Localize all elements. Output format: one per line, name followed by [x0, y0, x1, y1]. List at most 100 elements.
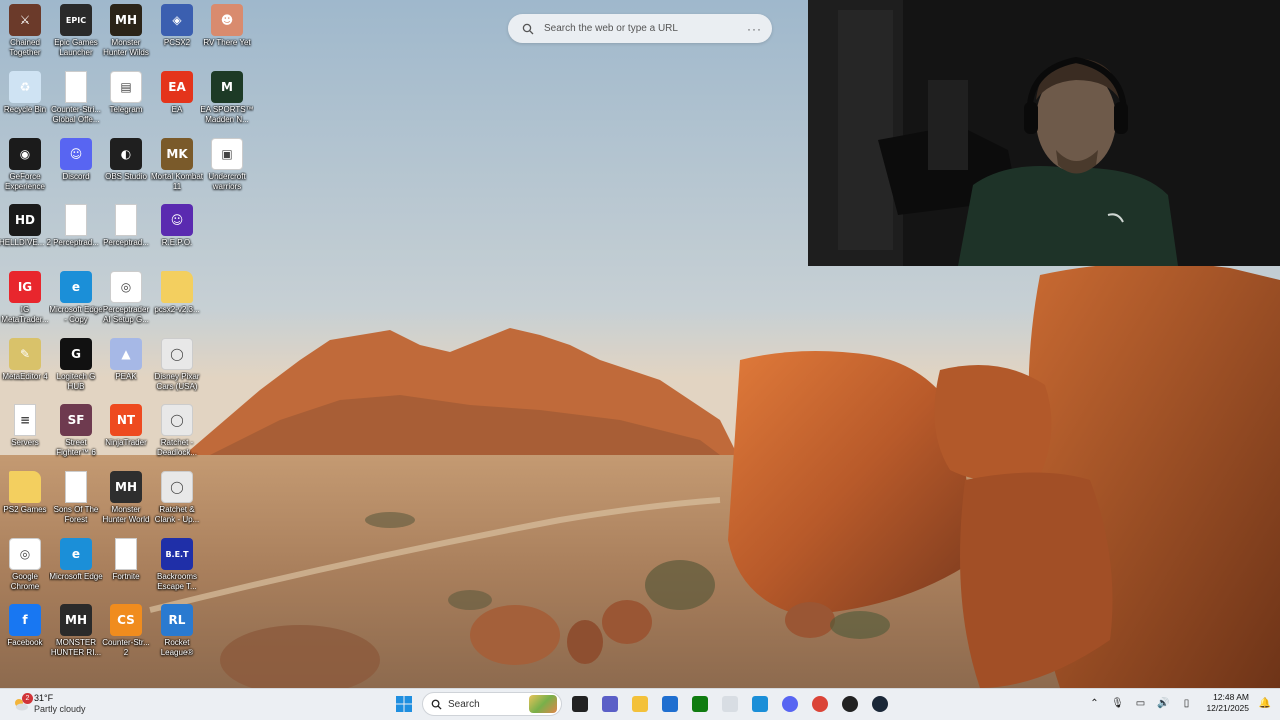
desktop-icon[interactable]: ◯ Ratchet - Deadlock... [152, 404, 202, 458]
chrome-file-icon: ◎ [110, 271, 142, 303]
desktop-icon[interactable]: G Logitech G HUB [51, 338, 101, 392]
madden-icon: M [211, 71, 243, 103]
facebook-icon: f [9, 604, 41, 636]
desktop-icon-label: Disney Pixar Cars (USA) [154, 372, 200, 391]
file-explorer-icon[interactable] [628, 692, 652, 716]
weather-widget[interactable]: 2 31°F Partly cloudy [12, 693, 86, 715]
edge-icon: e [60, 271, 92, 303]
store-icon[interactable] [658, 692, 682, 716]
battery-icon[interactable]: ▯ [1179, 696, 1193, 710]
desktop-icon[interactable]: Perceptrad... [101, 204, 151, 248]
desktop-icon[interactable]: PS2 Games [0, 471, 50, 515]
task-view-icon [572, 696, 588, 712]
desktop-icon[interactable]: pcsx2-v2.3... [152, 271, 202, 315]
microphone-icon[interactable]: 🎙 [1110, 696, 1124, 710]
desktop-icon[interactable]: RL Rocket League® [152, 604, 202, 658]
desktop-icon[interactable]: ▤ Telegram [101, 71, 151, 115]
chrome-icon: ◎ [9, 538, 41, 570]
desktop-icon-label: Monster Hunter Wilds [103, 38, 149, 57]
obs-icon: ◐ [110, 138, 142, 170]
desktop-icon[interactable]: ◐ OBS Studio [101, 138, 151, 182]
desktop-icon[interactable]: ◯ Disney Pixar Cars (USA) [152, 338, 202, 392]
desktop-icon[interactable]: Counter-Stri... Global Offe... [51, 71, 101, 125]
desktop-icon[interactable]: ≡ Servers [0, 404, 50, 448]
desktop-icon[interactable]: ☺ R.E.P.O. [152, 204, 202, 248]
ig-icon: IG [9, 271, 41, 303]
rv-there-yet-icon: ☻ [211, 4, 243, 36]
notification-bell-icon[interactable]: 🔔 [1258, 696, 1272, 710]
desktop-icon[interactable]: ▣ Undercroft warriors [202, 138, 252, 192]
desktop-icon[interactable]: SF Street Fighter™ 6 [51, 404, 101, 458]
recycle-bin-icon: ♻ [9, 71, 41, 103]
desktop-icon[interactable]: ◈ PCSX2 [152, 4, 202, 48]
folder-icon [161, 271, 193, 303]
desktop-icon[interactable]: M EA SPORTS™ Madden N... [200, 71, 254, 125]
remote-desktop-icon[interactable] [748, 692, 772, 716]
desktop-icon[interactable]: ◉ GeForce Experience [0, 138, 50, 192]
desktop-icon[interactable]: IG IG MetaTrader... [0, 271, 50, 325]
helldivers-icon: HD [9, 204, 41, 236]
search-highlight-icon [529, 695, 557, 713]
desktop-icon[interactable]: EPIC Epic Games Launcher [51, 4, 101, 58]
desktop-icon-label: Telegram [109, 105, 143, 114]
desktop-icon[interactable]: MH Monster Hunter Wilds [101, 4, 151, 58]
more-options-icon[interactable]: ··· [747, 22, 762, 36]
xbox-icon[interactable] [688, 692, 712, 716]
desktop-icon[interactable]: e Microsoft Edge - Copy [49, 271, 103, 325]
desktop-icon[interactable]: HD HELLDIVE... 2 [0, 204, 51, 248]
teams-icon[interactable] [598, 692, 622, 716]
desktop-icon[interactable]: ☺ Discord [51, 138, 101, 182]
desktop-icon[interactable]: ⚔ Chained Together [0, 4, 50, 58]
weather-temperature: 31°F [34, 693, 54, 703]
desktop-icon-label: Ratchet & Clank - Up... [154, 505, 200, 524]
desktop-icon-label: Logitech G HUB [56, 372, 96, 391]
desktop-icon-label: Epic Games Launcher [54, 38, 98, 57]
desktop-icon-label: EA [171, 105, 183, 114]
desktop-icon[interactable]: f Facebook [0, 604, 50, 648]
taskbar-search[interactable]: Search [422, 692, 562, 716]
file-icon [65, 71, 87, 103]
notepad-icon[interactable] [718, 692, 742, 716]
desktop-icon[interactable]: ▲ PEAK [101, 338, 151, 382]
desktop-icon[interactable]: ◎ Google Chrome [0, 538, 50, 592]
web-search-bar[interactable]: Search the web or type a URL ··· [508, 14, 772, 43]
start-button[interactable] [392, 692, 416, 716]
desktop-icon[interactable]: EA EA [152, 71, 202, 115]
desktop-icon[interactable]: NT NinjaTrader [101, 404, 151, 448]
desktop-icon[interactable]: Perceptrad... [51, 204, 101, 248]
chrome-taskbar-icon [812, 696, 828, 712]
clock[interactable]: 12:48 AM 12/21/2025 [1206, 692, 1249, 714]
clock-date: 12/21/2025 [1206, 703, 1249, 713]
desktop-icon-label: IG MetaTrader... [1, 305, 49, 324]
steam-taskbar-icon[interactable] [868, 692, 892, 716]
desktop-icon[interactable]: MH MONSTER HUNTER RI... [51, 604, 101, 658]
task-view-button[interactable] [568, 692, 592, 716]
desktop-icon-label: Counter-Str... 2 [102, 638, 150, 657]
desktop-icon[interactable]: ◯ Ratchet & Clank - Up... [152, 471, 202, 525]
desktop-icon[interactable]: ✎ MetaEditor 4 [0, 338, 50, 382]
system-tray: ⌃ 🎙 ▭ 🔊 ▯ 12:48 AM 12/21/2025 🔔 [1087, 692, 1272, 714]
desktop-icon[interactable]: CS Counter-Str... 2 [101, 604, 151, 658]
desktop-icon-label: Recycle Bin [3, 105, 47, 114]
desktop-icon[interactable]: ☻ RV There Yet [202, 4, 252, 48]
logitech-icon: G [60, 338, 92, 370]
desktop-icon-label: PS2 Games [3, 505, 47, 514]
desktop-icon[interactable]: MK Mortal Kombat 11 [151, 138, 203, 192]
discord-taskbar-icon[interactable] [778, 692, 802, 716]
desktop-icon[interactable]: Sons Of The Forest [51, 471, 101, 525]
backrooms-icon: B.E.T [161, 538, 193, 570]
desktop-icon[interactable]: ◎ Perceptrader AI Setup G... [101, 271, 151, 325]
volume-icon[interactable]: 🔊 [1156, 696, 1170, 710]
chevron-up-icon[interactable]: ⌃ [1087, 696, 1101, 710]
desktop-icon[interactable]: MH Monster Hunter World [101, 471, 151, 525]
desktop-icon[interactable]: Fortnite [101, 538, 151, 582]
network-icon[interactable]: ▭ [1133, 696, 1147, 710]
taskbar-center: Search [392, 692, 892, 716]
desktop-icon[interactable]: ♻ Recycle Bin [0, 71, 50, 115]
desktop-icon-label: Servers [11, 438, 39, 447]
obs-taskbar-icon[interactable] [838, 692, 862, 716]
desktop-icon[interactable]: e Microsoft Edge [49, 538, 103, 582]
chrome-taskbar-icon[interactable] [808, 692, 832, 716]
desktop-icon[interactable]: B.E.T Backrooms Escape T... [152, 538, 202, 592]
desktop-icon-label: R.E.P.O. [161, 238, 193, 247]
